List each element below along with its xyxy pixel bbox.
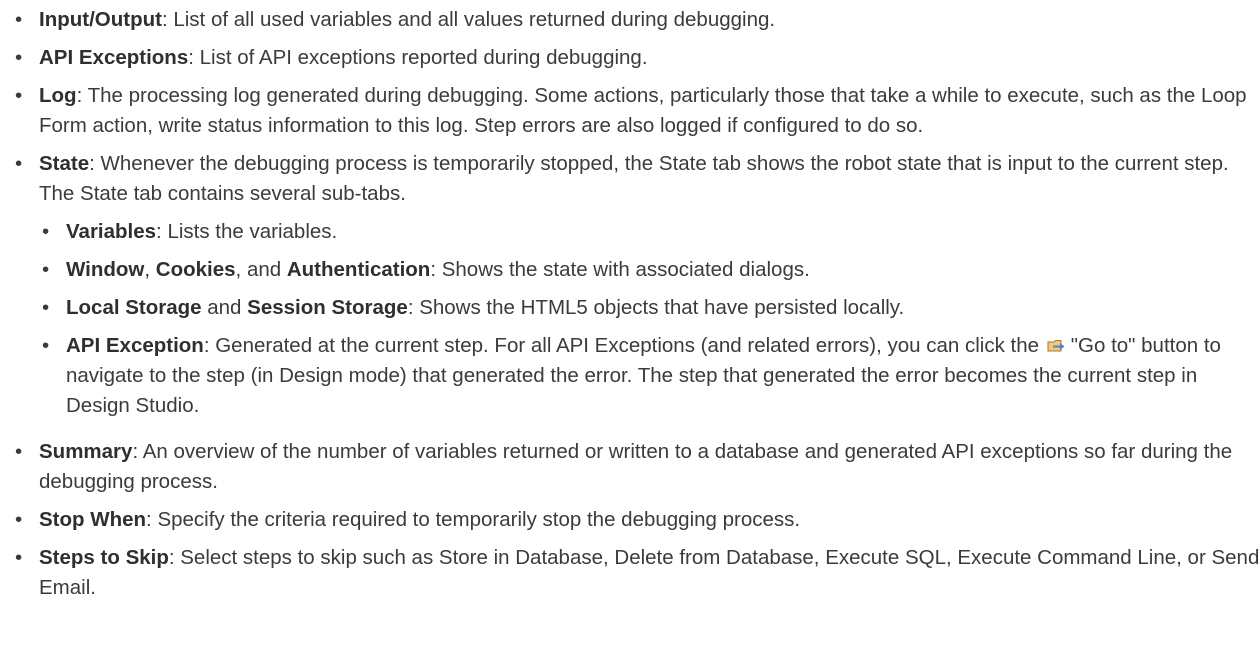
- separator: and: [201, 296, 248, 319]
- bullet: •: [15, 152, 23, 175]
- separator: ,: [144, 258, 156, 281]
- term-authentication: Authentication: [286, 258, 431, 281]
- tab-description-list: • Input/Output: List of all used variabl…: [12, 5, 1260, 603]
- bullet: •: [42, 296, 50, 319]
- desc-storage: : Shows the HTML5 objects that have pers…: [407, 296, 905, 319]
- bullet: •: [42, 220, 50, 243]
- state-subtab-list: • Variables: Lists the variables. • Wind…: [39, 217, 1260, 421]
- bullet: •: [15, 46, 23, 69]
- bullet: •: [15, 508, 23, 531]
- list-item-log: • Log: The processing log generated duri…: [12, 81, 1260, 141]
- term-log: Log: [39, 84, 77, 107]
- term-steps-to-skip: Steps to Skip: [39, 546, 169, 569]
- term-state: State: [39, 152, 90, 175]
- desc-window: : Shows the state with associated dialog…: [430, 258, 810, 281]
- sub-item-storage: • Local Storage and Session Storage: Sho…: [39, 293, 1260, 323]
- desc-stop-when: : Specify the criteria required to tempo…: [146, 508, 801, 531]
- desc-api-exceptions: : List of API exceptions reported during…: [188, 46, 648, 69]
- sub-item-window-cookies-authentication: • Window, Cookies, and Authentication: S…: [39, 255, 1260, 285]
- desc-steps-to-skip: : Select steps to skip such as Store in …: [39, 546, 1260, 599]
- desc-log: : The processing log generated during de…: [39, 84, 1247, 137]
- list-item-state: • State: Whenever the debugging process …: [12, 149, 1260, 421]
- list-item-input-output: • Input/Output: List of all used variabl…: [12, 5, 1260, 35]
- term-api-exception: API Exception: [66, 334, 204, 357]
- separator: , and: [235, 258, 287, 281]
- desc-input-output: : List of all used variables and all val…: [161, 8, 776, 31]
- go-to-icon: [1047, 333, 1067, 352]
- bullet: •: [15, 440, 23, 463]
- sub-item-api-exception: • API Exception: Generated at the curren…: [39, 331, 1260, 421]
- list-item-api-exceptions: • API Exceptions: List of API exceptions…: [12, 43, 1260, 73]
- bullet: •: [15, 8, 23, 31]
- term-window: Window: [66, 258, 145, 281]
- desc-api-exception-before: : Generated at the current step. For all…: [203, 334, 1040, 357]
- term-stop-when: Stop When: [39, 508, 147, 531]
- list-item-stop-when: • Stop When: Specify the criteria requir…: [12, 505, 1260, 535]
- term-summary: Summary: [39, 440, 133, 463]
- document-body: • Input/Output: List of all used variabl…: [0, 0, 1260, 603]
- bullet: •: [15, 546, 23, 569]
- desc-variables: : Lists the variables.: [156, 220, 338, 243]
- list-item-summary: • Summary: An overview of the number of …: [12, 437, 1260, 497]
- desc-summary: : An overview of the number of variables…: [39, 440, 1233, 493]
- term-local-storage: Local Storage: [66, 296, 202, 319]
- term-cookies: Cookies: [155, 258, 236, 281]
- sub-item-variables: • Variables: Lists the variables.: [39, 217, 1260, 247]
- desc-state: : Whenever the debugging process is temp…: [39, 152, 1229, 205]
- term-variables: Variables: [66, 220, 157, 243]
- term-input-output: Input/Output: [39, 8, 162, 31]
- list-item-steps-to-skip: • Steps to Skip: Select steps to skip su…: [12, 543, 1260, 603]
- bullet: •: [15, 84, 23, 107]
- bullet: •: [42, 258, 50, 281]
- bullet: •: [42, 334, 50, 357]
- term-api-exceptions: API Exceptions: [39, 46, 189, 69]
- term-session-storage: Session Storage: [247, 296, 408, 319]
